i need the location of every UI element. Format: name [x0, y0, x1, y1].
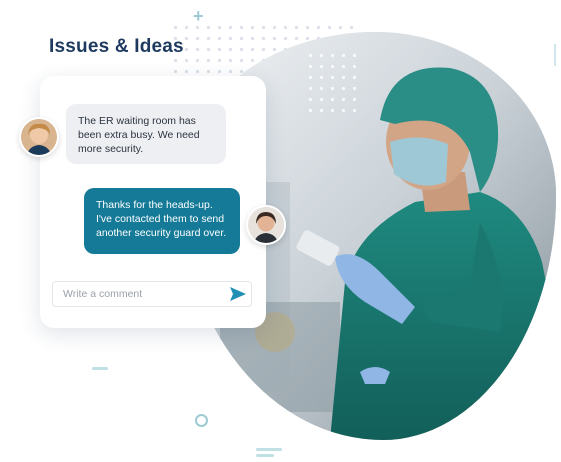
avatar-icon [248, 207, 284, 243]
plus-decoration-icon: + [193, 6, 204, 26]
responder-avatar [246, 205, 286, 245]
incoming-message-bubble: The ER waiting room has been extra busy.… [66, 104, 226, 164]
outgoing-message-bubble: Thanks for the heads-up. I've contacted … [84, 188, 240, 254]
dash-decoration [92, 367, 108, 370]
circle-decoration [195, 414, 208, 427]
dash-decoration [256, 448, 282, 451]
dot-grid-overlay-decoration [305, 50, 360, 120]
avatar-icon [21, 119, 57, 155]
line-decoration [554, 44, 556, 66]
comment-input[interactable] [53, 282, 225, 306]
chat-card: The ER waiting room has been extra busy.… [40, 76, 266, 328]
sender-avatar [19, 117, 59, 157]
comment-box [52, 281, 252, 307]
dash-decoration [256, 454, 274, 457]
send-icon [230, 287, 246, 301]
send-button[interactable] [225, 282, 251, 306]
page-title: Issues & Ideas [49, 36, 184, 57]
